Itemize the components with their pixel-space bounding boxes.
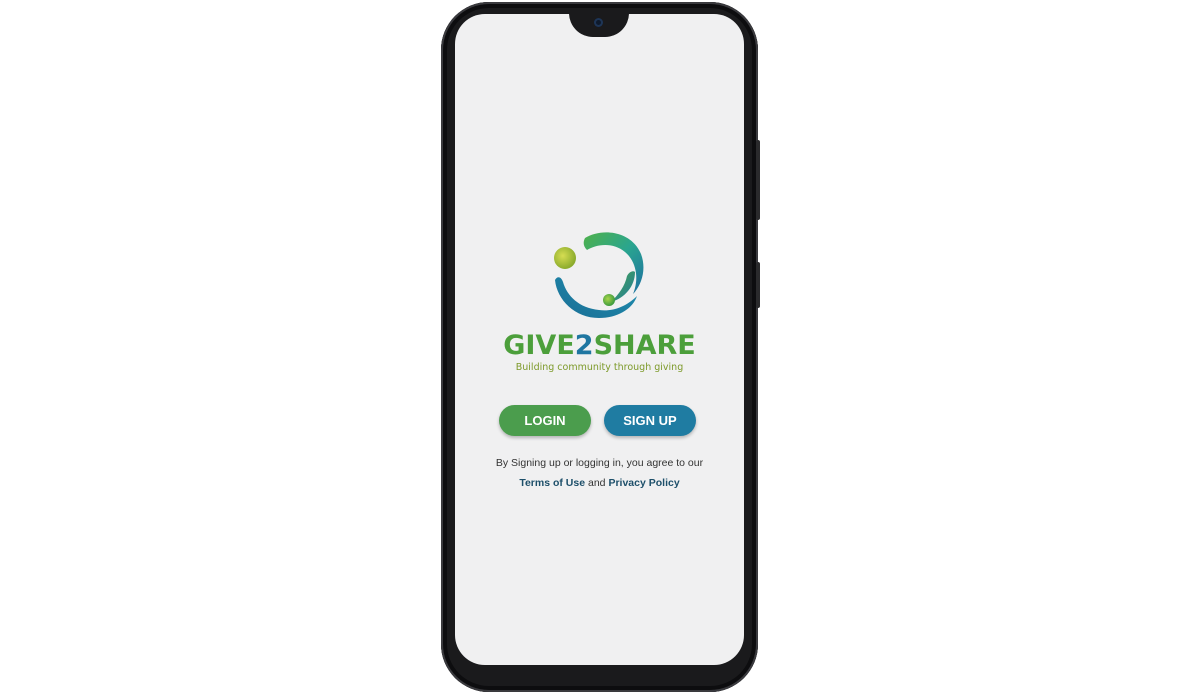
phone-screen: GIVE2SHARE Building community through gi… (455, 14, 744, 665)
power-button (756, 140, 760, 220)
login-button[interactable]: LOGIN (499, 405, 591, 436)
brand-name-part1: GIVE (503, 330, 575, 361)
legal-notice: By Signing up or logging in, you agree t… (495, 457, 704, 469)
brand-wordmark: GIVE2SHARE (455, 328, 744, 364)
brand-name-part3: SHARE (593, 330, 696, 361)
stage: GIVE2SHARE Building community through gi… (0, 0, 1200, 695)
front-camera-icon (594, 18, 603, 27)
legal-conjunction: and (588, 477, 606, 489)
give2share-logo-icon (554, 232, 644, 318)
volume-button (756, 262, 760, 308)
privacy-policy-link[interactable]: Privacy Policy (608, 477, 679, 489)
legal-links: Terms of Use and Privacy Policy (455, 477, 744, 489)
signup-button[interactable]: SIGN UP (604, 405, 696, 436)
brand-name-part2: 2 (574, 330, 594, 361)
brand-tagline: Building community through giving (515, 362, 684, 373)
terms-of-use-link[interactable]: Terms of Use (519, 477, 585, 489)
notch (569, 14, 629, 37)
